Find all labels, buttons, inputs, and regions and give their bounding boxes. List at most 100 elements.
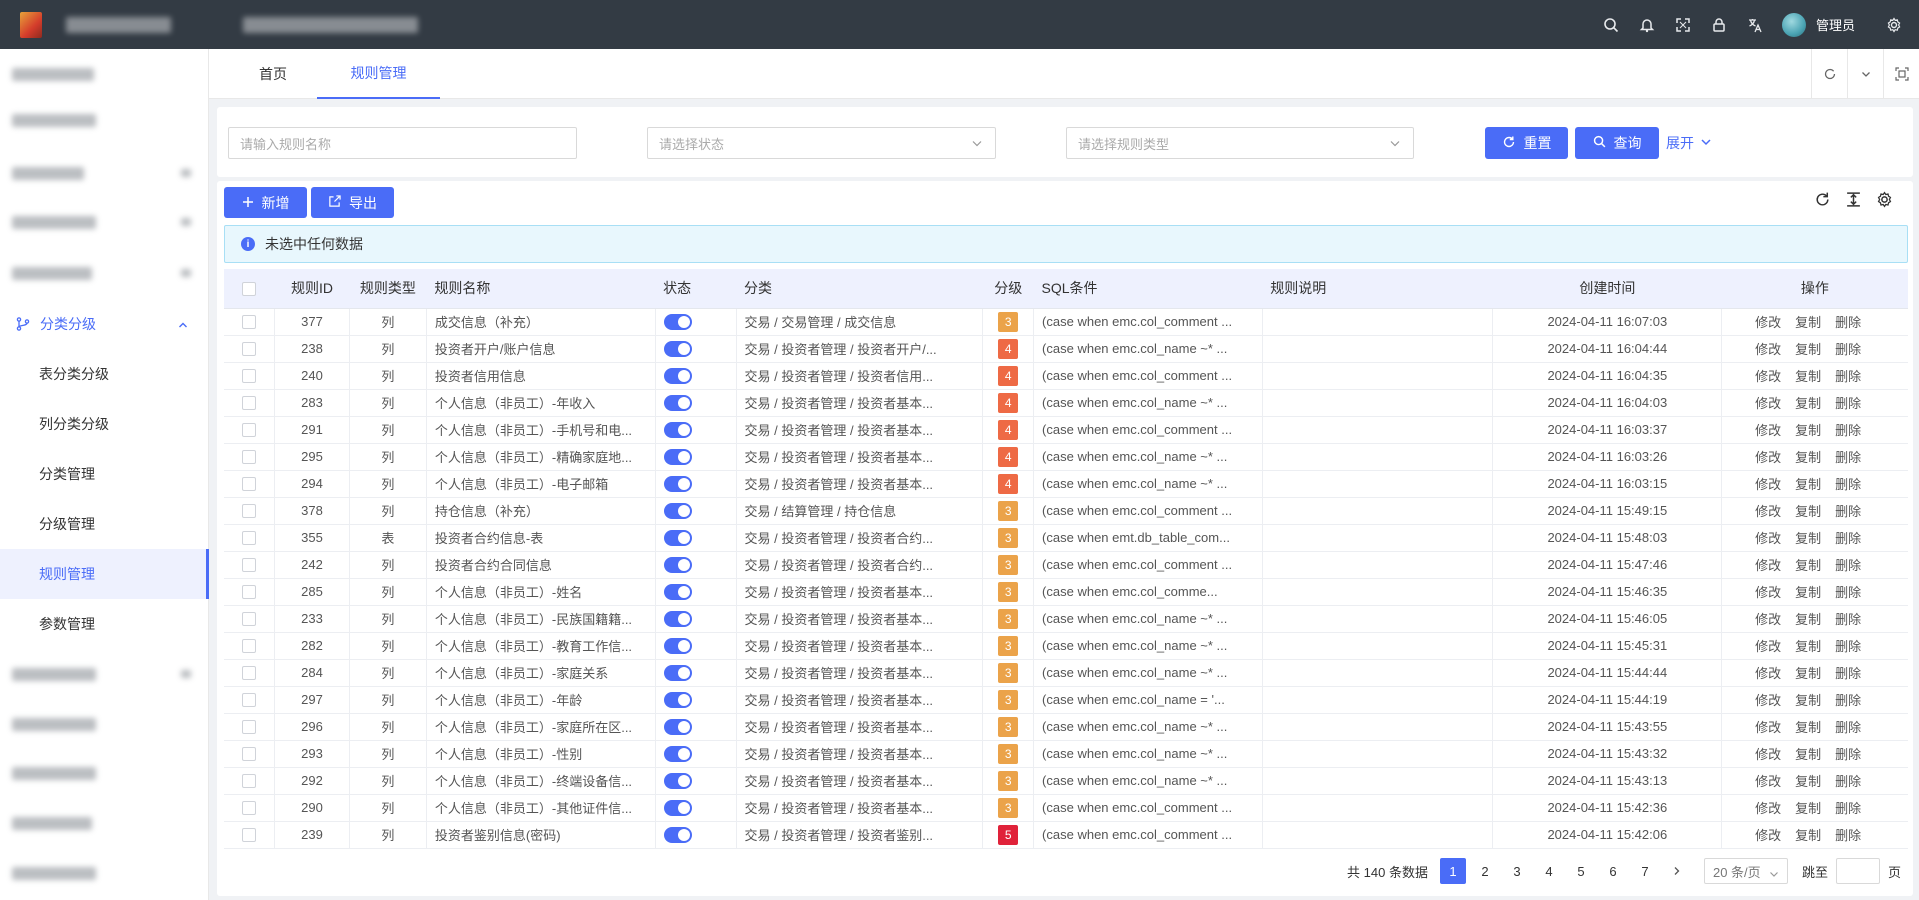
table-row[interactable]: 233 列个人信息（非员工）-民族国籍籍... 交易 / 投资者管理 / 投资者基本… xyxy=(224,605,1908,633)
table-row[interactable]: 297 列个人信息（非员工）-年龄 交易 / 投资者管理 / 投资者基本... 3 (c… xyxy=(224,686,1908,714)
sidebar-item-blurred-4[interactable] xyxy=(0,197,209,247)
row-checkbox[interactable] xyxy=(224,632,276,660)
delete-link[interactable]: 删除 xyxy=(1835,531,1861,546)
copy-link[interactable]: 复制 xyxy=(1795,774,1821,789)
row-checkbox[interactable] xyxy=(224,308,276,336)
sidebar-group-classification[interactable]: 分类分级 xyxy=(0,299,209,349)
table-row[interactable]: 238 列投资者开户/账户信息 交易 / 投资者管理 / 投资者开户/... 4 (ca… xyxy=(224,335,1908,363)
row-checkbox[interactable] xyxy=(224,443,276,471)
edit-link[interactable]: 修改 xyxy=(1755,801,1781,816)
table-row[interactable]: 290 列个人信息（非员工）-其他证件信... 交易 / 投资者管理 / 投资者基本… xyxy=(224,794,1908,822)
edit-link[interactable]: 修改 xyxy=(1755,558,1781,573)
status-toggle[interactable] xyxy=(655,497,737,525)
edit-link[interactable]: 修改 xyxy=(1755,342,1781,357)
toggle-switch[interactable] xyxy=(663,799,692,816)
select-all-checkbox[interactable] xyxy=(224,269,275,309)
delete-link[interactable]: 删除 xyxy=(1835,747,1861,762)
sidebar-item-blurred-10[interactable] xyxy=(0,848,209,898)
toggle-switch[interactable] xyxy=(663,637,692,654)
delete-link[interactable]: 删除 xyxy=(1835,801,1861,816)
jump-page-input[interactable] xyxy=(1835,858,1880,884)
copy-link[interactable]: 复制 xyxy=(1795,396,1821,411)
status-toggle[interactable] xyxy=(655,659,737,687)
copy-link[interactable]: 复制 xyxy=(1795,801,1821,816)
status-toggle[interactable] xyxy=(655,443,737,471)
translate-icon[interactable] xyxy=(1742,12,1768,38)
delete-link[interactable]: 删除 xyxy=(1835,774,1861,789)
status-toggle[interactable] xyxy=(655,767,737,795)
delete-link[interactable]: 删除 xyxy=(1835,720,1861,735)
col-header-id[interactable]: 规则ID xyxy=(274,269,350,309)
edit-link[interactable]: 修改 xyxy=(1755,693,1781,708)
page-size-select[interactable]: 20 条/页 xyxy=(1703,858,1788,884)
copy-link[interactable]: 复制 xyxy=(1795,666,1821,681)
row-checkbox[interactable] xyxy=(224,524,276,552)
sidebar-item-blurred-5[interactable] xyxy=(0,248,209,298)
copy-link[interactable]: 复制 xyxy=(1795,585,1821,600)
sidebar-item-blurred-7[interactable] xyxy=(0,699,209,749)
toggle-switch[interactable] xyxy=(663,367,692,384)
reset-button[interactable]: 重置 xyxy=(1485,127,1568,159)
copy-link[interactable]: 复制 xyxy=(1795,720,1821,735)
sidebar-item-blurred-2[interactable] xyxy=(0,95,209,145)
table-row[interactable]: 377 列成交信息（补充） 交易 / 交易管理 / 成交信息 3 (case when … xyxy=(224,308,1908,336)
status-toggle[interactable] xyxy=(655,713,737,741)
copy-link[interactable]: 复制 xyxy=(1795,612,1821,627)
toggle-switch[interactable] xyxy=(663,448,692,465)
tab-home[interactable]: 首页 xyxy=(259,49,287,99)
status-toggle[interactable] xyxy=(655,335,737,363)
edit-link[interactable]: 修改 xyxy=(1755,477,1781,492)
rule-name-input[interactable]: 请输入规则名称 xyxy=(228,127,577,159)
toggle-switch[interactable] xyxy=(663,394,692,411)
table-row[interactable]: 240 列投资者信用信息 交易 / 投资者管理 / 投资者信用... 4 (case w… xyxy=(224,362,1908,390)
row-checkbox[interactable] xyxy=(224,686,276,714)
copy-link[interactable]: 复制 xyxy=(1795,693,1821,708)
toggle-switch[interactable] xyxy=(663,664,692,681)
delete-link[interactable]: 删除 xyxy=(1835,612,1861,627)
status-toggle[interactable] xyxy=(655,470,737,498)
table-row[interactable]: 285 列个人信息（非员工）-姓名 交易 / 投资者管理 / 投资者基本... 3 (c… xyxy=(224,578,1908,606)
delete-link[interactable]: 删除 xyxy=(1835,342,1861,357)
refresh-tab-icon[interactable] xyxy=(1811,49,1847,99)
sidebar-item-column-classification[interactable]: 列分类分级 xyxy=(0,399,209,449)
copy-link[interactable]: 复制 xyxy=(1795,342,1821,357)
status-toggle[interactable] xyxy=(655,632,737,660)
row-checkbox[interactable] xyxy=(224,713,276,741)
edit-link[interactable]: 修改 xyxy=(1755,531,1781,546)
table-row[interactable]: 291 列个人信息（非员工）-手机号和电... 交易 / 投资者管理 / 投资者基本… xyxy=(224,416,1908,444)
chevron-down-icon[interactable] xyxy=(1847,49,1883,99)
toggle-switch[interactable] xyxy=(663,745,692,762)
sidebar-item-level-management[interactable]: 分级管理 xyxy=(0,499,209,549)
edit-link[interactable]: 修改 xyxy=(1755,369,1781,384)
sidebar-item-blurred-3[interactable] xyxy=(0,148,209,198)
status-toggle[interactable] xyxy=(655,686,737,714)
page-2-button[interactable]: 2 xyxy=(1472,858,1498,884)
copy-link[interactable]: 复制 xyxy=(1795,315,1821,330)
copy-link[interactable]: 复制 xyxy=(1795,369,1821,384)
delete-link[interactable]: 删除 xyxy=(1835,423,1861,438)
edit-link[interactable]: 修改 xyxy=(1755,666,1781,681)
col-header-desc[interactable]: 规则说明 xyxy=(1262,269,1493,309)
col-header-created[interactable]: 创建时间 xyxy=(1492,269,1722,309)
query-button[interactable]: 查询 xyxy=(1575,127,1659,159)
edit-link[interactable]: 修改 xyxy=(1755,612,1781,627)
delete-link[interactable]: 删除 xyxy=(1835,828,1861,843)
row-checkbox[interactable] xyxy=(224,551,276,579)
sidebar-item-blurred-9[interactable] xyxy=(0,798,209,848)
delete-link[interactable]: 删除 xyxy=(1835,666,1861,681)
toggle-switch[interactable] xyxy=(663,772,692,789)
delete-link[interactable]: 删除 xyxy=(1835,693,1861,708)
edit-link[interactable]: 修改 xyxy=(1755,423,1781,438)
edit-link[interactable]: 修改 xyxy=(1755,774,1781,789)
col-header-level[interactable]: 分级 xyxy=(982,269,1034,309)
maximize-icon[interactable] xyxy=(1883,49,1919,99)
edit-link[interactable]: 修改 xyxy=(1755,639,1781,654)
tab-rule-management[interactable]: 规则管理 xyxy=(317,49,440,99)
avatar[interactable] xyxy=(1781,12,1806,37)
sidebar-item-category-management[interactable]: 分类管理 xyxy=(0,449,209,499)
refresh-icon[interactable] xyxy=(1814,191,1831,211)
copy-link[interactable]: 复制 xyxy=(1795,504,1821,519)
fullscreen-icon[interactable] xyxy=(1670,12,1696,38)
sidebar-item-blurred-6[interactable] xyxy=(0,649,209,699)
status-toggle[interactable] xyxy=(655,578,737,606)
